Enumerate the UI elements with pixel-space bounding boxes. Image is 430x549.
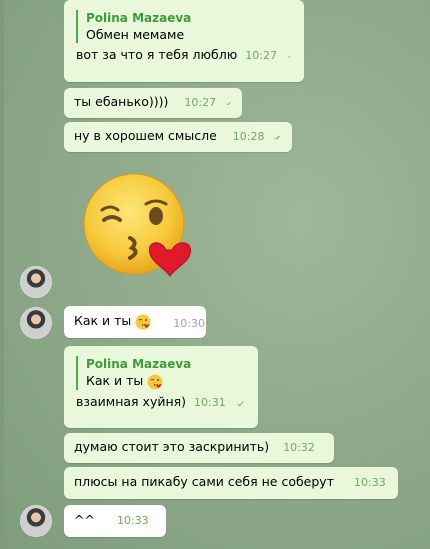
outgoing-message[interactable]: думаю стоит это заскринить) 10:32 (64, 433, 334, 463)
message-text: Как и ты (74, 313, 151, 330)
avatar[interactable] (20, 505, 52, 537)
message-time: 10:31 (194, 395, 226, 409)
message-text: ^^ (74, 512, 95, 527)
message-text: ну в хорошем смысле (74, 128, 217, 143)
double-check-icon (287, 55, 292, 58)
reply-text: Обмен мемаме (86, 27, 185, 42)
message-time: 10:33 (354, 476, 386, 489)
incoming-message[interactable]: ^^ 10:33 (64, 505, 166, 537)
reply-quote[interactable]: Polina Mazaeva Обмен мемаме (76, 10, 292, 43)
outgoing-message[interactable]: плюсы на пикабу сами себя не соберут 10:… (64, 467, 398, 499)
double-check-icon (226, 102, 231, 106)
message-time: 10:27 (184, 96, 217, 109)
message-text: думаю стоит это заскринить) (74, 439, 270, 454)
message-time: 10:33 (116, 514, 149, 527)
reply-author: Polina Mazaeva (86, 357, 192, 371)
reply-author: Polina Mazaeva (86, 11, 192, 25)
kissing-heart-emoji-icon (135, 314, 151, 329)
message-text: взаимная хуйня) (76, 393, 187, 409)
message-text: вот за что я тебя люблю (76, 47, 238, 62)
message-time: 10:32 (283, 441, 315, 454)
message-time: 10:28 (232, 130, 265, 143)
avatar[interactable] (20, 266, 52, 298)
message-time: 10:27 (245, 49, 277, 62)
outgoing-message[interactable]: ну в хорошем смысле 10:28 (64, 122, 292, 152)
message-text: ты ебанько)))) (74, 94, 169, 109)
kissing-face-heart-sticker[interactable] (80, 172, 192, 280)
avatar[interactable] (20, 307, 52, 339)
chat-edge (0, 0, 4, 549)
double-check-icon (274, 135, 281, 140)
outgoing-message[interactable]: Polina Mazaeva Как и ты взаимная хуйня) … (64, 346, 258, 428)
reply-text: Как и ты (86, 372, 246, 390)
incoming-message[interactable]: Как и ты 10:30 (64, 306, 206, 338)
reply-quote[interactable]: Polina Mazaeva Как и ты (76, 356, 246, 390)
outgoing-message[interactable]: Polina Mazaeva Обмен мемаме вот за что я… (64, 0, 304, 82)
message-time: 10:30 (173, 316, 205, 330)
single-check-icon (237, 400, 244, 406)
outgoing-message[interactable]: ты ебанько)))) 10:27 (64, 88, 242, 118)
message-text: плюсы на пикабу сами себя не соберут (74, 474, 334, 489)
kissing-heart-emoji-icon (147, 374, 163, 389)
